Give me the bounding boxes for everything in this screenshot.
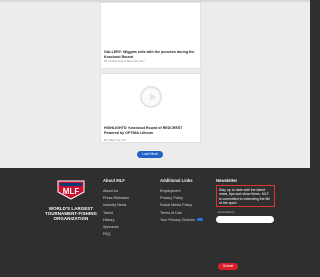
logo-text: MLF xyxy=(63,187,80,196)
about-link[interactable]: Talent xyxy=(103,210,129,217)
card-title[interactable]: GALLERY: Wiggins rolls with the punches … xyxy=(104,50,197,59)
submit-button[interactable]: Submit xyxy=(218,263,238,270)
card-title[interactable]: HIGHLIGHTS: Knockout Round of REDCREST P… xyxy=(104,126,197,135)
footer-link[interactable]: Employment xyxy=(160,188,203,195)
page: GALLERY: Wiggins rolls with the punches … xyxy=(0,0,310,277)
about-heading: About MLF xyxy=(103,178,125,183)
play-icon[interactable] xyxy=(140,86,162,108)
card-meta: BY Charlie Evans About the Tour xyxy=(104,59,145,63)
load-more-button[interactable]: Load More xyxy=(137,151,163,158)
footer-link[interactable]: Your Privacy Choices xyxy=(160,217,203,224)
newsletter-blurb: Stay up to date with the latest news, ti… xyxy=(216,185,275,207)
newsletter-heading: Newsletter xyxy=(216,178,238,183)
about-link[interactable]: Industry News xyxy=(103,202,129,209)
links-list: Employment Privacy Policy Social Media P… xyxy=(160,188,203,224)
content-area: GALLERY: Wiggins rolls with the punches … xyxy=(0,0,310,168)
email-label: Email Address xyxy=(218,211,235,214)
footer-link[interactable]: Terms of Use xyxy=(160,210,203,217)
links-heading: Additional Links xyxy=(160,178,193,183)
about-link[interactable]: Sponsors xyxy=(103,224,129,231)
mlf-logo[interactable]: MLF xyxy=(56,180,86,200)
email-input[interactable] xyxy=(216,216,274,223)
privacy-choices-label[interactable]: Your Privacy Choices xyxy=(160,218,195,222)
tagline: WORLD'S LARGEST TOURNAMENT-FISHING ORGAN… xyxy=(45,206,97,221)
footer: MLF WORLD'S LARGEST TOURNAMENT-FISHING O… xyxy=(0,168,310,277)
footer-link[interactable]: Social Media Policy xyxy=(160,202,203,209)
video-card[interactable]: HIGHLIGHTS: Knockout Round of REDCREST P… xyxy=(100,73,201,143)
card-meta: BY Major the Tour xyxy=(104,138,127,142)
about-list: About Us Press Releases Industry News Ta… xyxy=(103,188,129,238)
about-link[interactable]: FAQ xyxy=(103,231,129,238)
about-link[interactable]: About Us xyxy=(103,188,129,195)
privacy-toggle-icon[interactable] xyxy=(196,218,203,222)
footer-link[interactable]: Privacy Policy xyxy=(160,195,203,202)
about-link[interactable]: History xyxy=(103,217,129,224)
article-card[interactable]: GALLERY: Wiggins rolls with the punches … xyxy=(100,2,201,69)
about-link[interactable]: Press Releases xyxy=(103,195,129,202)
